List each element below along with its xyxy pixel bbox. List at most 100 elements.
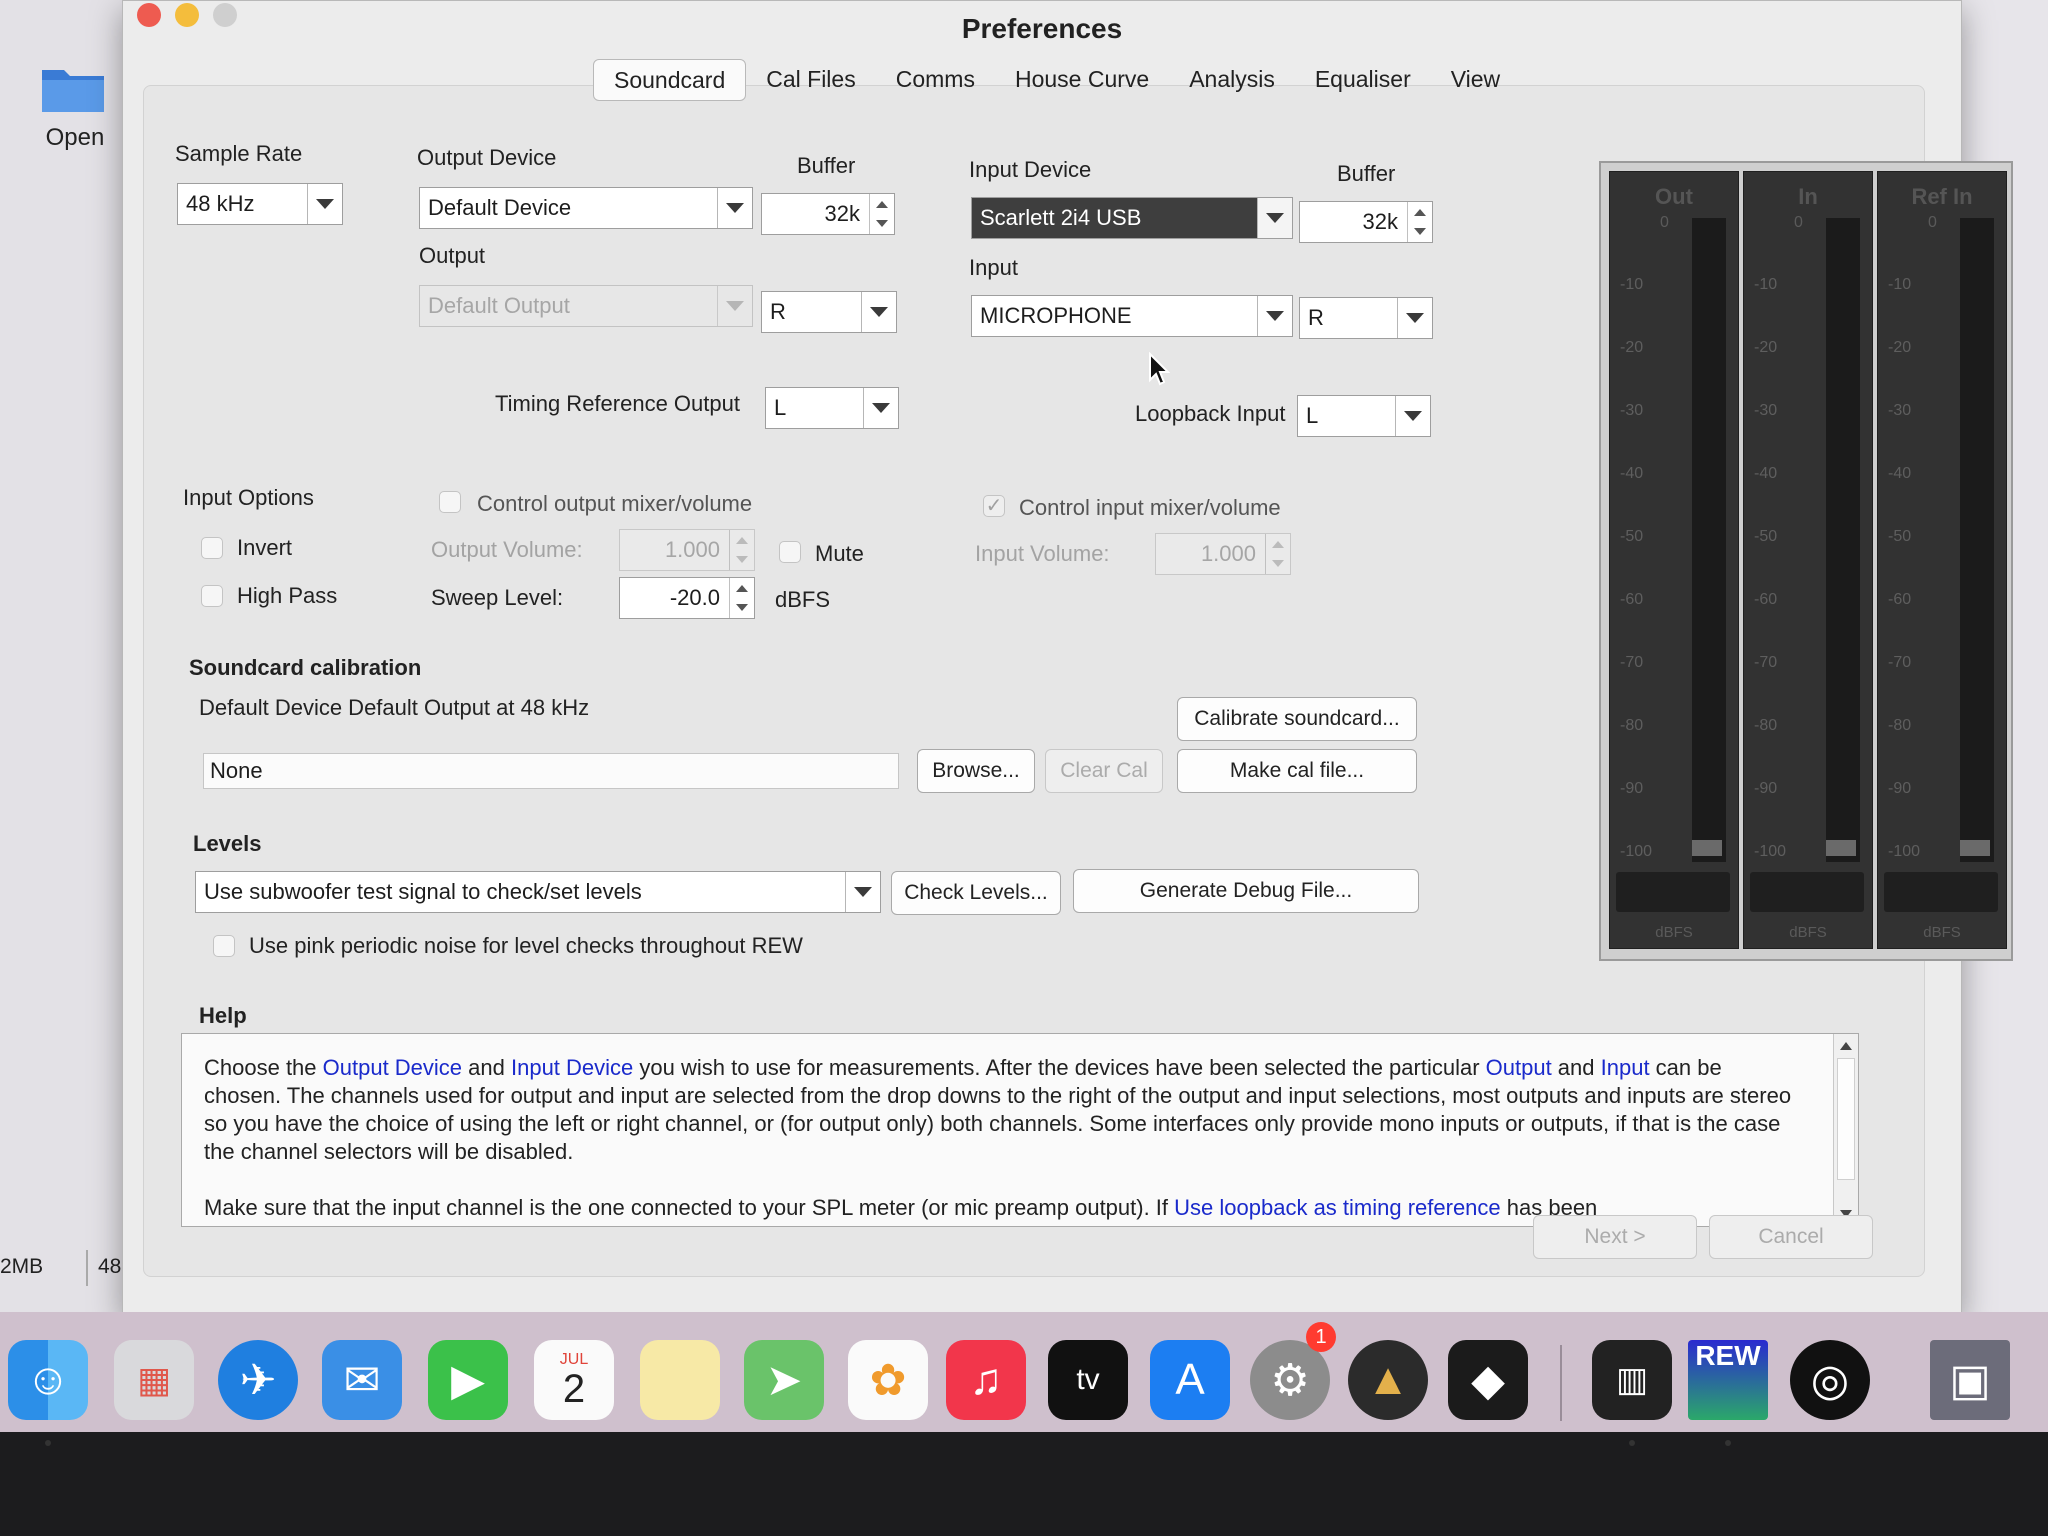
output-buffer-value: 32k: [824, 201, 860, 226]
input-device-select[interactable]: Scarlett 2i4 USB: [971, 197, 1293, 239]
rew-app-icon[interactable]: REW: [1688, 1340, 1768, 1420]
quicktime-icon[interactable]: ◎: [1790, 1340, 1870, 1420]
invert-checkbox[interactable]: [201, 537, 223, 559]
photos-icon[interactable]: ✿: [848, 1340, 928, 1420]
link-input[interactable]: Input: [1601, 1055, 1650, 1080]
generate-debug-file-button[interactable]: Generate Debug File...: [1073, 869, 1419, 913]
scrollbar-thumb[interactable]: [1837, 1058, 1855, 1180]
chevron-down-icon[interactable]: [307, 184, 342, 224]
system-preferences-icon[interactable]: ⚙: [1250, 1340, 1330, 1420]
tab-view[interactable]: View: [1431, 59, 1520, 101]
chevron-down-icon[interactable]: [845, 872, 880, 912]
level-meters-panel: Out 0 dBFS -10 -20 -30 -40 -50 -60 -70 -80 -90 -1…: [1599, 161, 2013, 961]
calendar-icon[interactable]: JUL 2: [534, 1340, 614, 1420]
app-store-icon[interactable]: A: [1150, 1340, 1230, 1420]
output-device-select[interactable]: Default Device: [419, 187, 753, 229]
calibrate-soundcard-button[interactable]: Calibrate soundcard...: [1177, 697, 1417, 741]
input-select[interactable]: MICROPHONE: [971, 295, 1293, 337]
spinner-arrows[interactable]: [1265, 534, 1290, 574]
output-volume-spinner[interactable]: 1.000: [619, 529, 755, 571]
meter-tick-label: -40: [1754, 465, 1778, 482]
meter-tick-label: -30: [1754, 402, 1778, 419]
apple-tv-icon[interactable]: tv: [1048, 1340, 1128, 1420]
ref-in-meter-peak: [1960, 840, 1990, 856]
input-buffer-label: Buffer: [1337, 161, 1396, 186]
cancel-button[interactable]: Cancel: [1709, 1215, 1873, 1259]
timing-reference-select[interactable]: L: [765, 387, 899, 429]
high-pass-checkbox[interactable]: [201, 585, 223, 607]
help-text-area[interactable]: Choose the Output Device and Input Devic…: [181, 1033, 1859, 1227]
notes-icon[interactable]: [640, 1340, 720, 1420]
meter-tick-label: -20: [1888, 339, 1912, 356]
input-buffer-spinner[interactable]: 32k: [1299, 201, 1433, 243]
tab-comms[interactable]: Comms: [876, 59, 995, 101]
folder-icon[interactable]: [40, 62, 106, 114]
pink-noise-checkbox[interactable]: [213, 935, 235, 957]
chevron-down-icon[interactable]: [717, 286, 752, 326]
safari-icon[interactable]: ✈: [218, 1340, 298, 1420]
output-channel-select[interactable]: R: [761, 291, 897, 333]
input-value: MICROPHONE: [980, 303, 1132, 328]
link-input-device[interactable]: Input Device: [511, 1055, 633, 1080]
tab-analysis[interactable]: Analysis: [1169, 59, 1295, 101]
input-device-value: Scarlett 2i4 USB: [980, 205, 1142, 230]
meter-unit-label: dBFS: [1923, 924, 1961, 941]
facetime-icon[interactable]: ▶: [428, 1340, 508, 1420]
input-label: Input: [969, 255, 1018, 280]
output-device-label: Output Device: [417, 145, 557, 170]
control-input-checkbox[interactable]: ✓: [983, 495, 1005, 517]
spinner-arrows[interactable]: [869, 194, 894, 234]
mute-checkbox[interactable]: [779, 541, 801, 563]
browse-button[interactable]: Browse...: [917, 749, 1035, 793]
piano-app-icon[interactable]: ▥: [1592, 1340, 1672, 1420]
preferences-dialog: Preferences Soundcard Cal Files Comms Ho…: [122, 0, 2013, 1314]
spinner-arrows[interactable]: [729, 530, 754, 570]
chevron-down-icon[interactable]: [1257, 296, 1292, 336]
chevron-down-icon[interactable]: [1395, 396, 1430, 436]
input-volume-spinner[interactable]: 1.000: [1155, 533, 1291, 575]
meter-tick-label: -90: [1620, 780, 1644, 797]
tab-equaliser[interactable]: Equaliser: [1295, 59, 1431, 101]
scroll-up-icon[interactable]: [1840, 1042, 1852, 1050]
clear-cal-button[interactable]: Clear Cal: [1045, 749, 1163, 793]
launchpad-icon[interactable]: ▦: [114, 1340, 194, 1420]
chevron-down-icon[interactable]: [1257, 198, 1292, 238]
control-output-checkbox[interactable]: [439, 491, 461, 513]
pink-noise-label: Use pink periodic noise for level checks…: [249, 933, 803, 958]
input-channel-select[interactable]: R: [1299, 297, 1433, 339]
cal-file-field[interactable]: None: [203, 753, 899, 789]
make-cal-file-button[interactable]: Make cal file...: [1177, 749, 1417, 793]
chevron-down-icon[interactable]: [861, 292, 896, 332]
music-icon[interactable]: ♫: [946, 1340, 1026, 1420]
check-levels-button[interactable]: Check Levels...: [891, 871, 1061, 915]
link-output-device[interactable]: Output Device: [323, 1055, 462, 1080]
mountain-app-icon[interactable]: ▲: [1348, 1340, 1428, 1420]
loopback-input-select[interactable]: L: [1297, 395, 1431, 437]
spinner-arrows[interactable]: [729, 578, 754, 618]
screen-bezel: [0, 1432, 2048, 1536]
chevron-down-icon[interactable]: [1397, 298, 1432, 338]
chevron-down-icon[interactable]: [863, 388, 898, 428]
levels-signal-select[interactable]: Use subwoofer test signal to check/set l…: [195, 871, 881, 913]
help-scrollbar[interactable]: [1833, 1034, 1858, 1226]
mail-icon[interactable]: ✉: [322, 1340, 402, 1420]
spinner-arrows[interactable]: [1407, 202, 1432, 242]
next-button[interactable]: Next >: [1533, 1215, 1697, 1259]
output-select[interactable]: Default Output: [419, 285, 753, 327]
sample-rate-select[interactable]: 48 kHz: [177, 183, 343, 225]
tidal-icon[interactable]: ◆: [1448, 1340, 1528, 1420]
tab-house-curve[interactable]: House Curve: [995, 59, 1169, 101]
tab-cal-files[interactable]: Cal Files: [746, 59, 875, 101]
link-use-loopback[interactable]: Use loopback as timing reference: [1174, 1195, 1501, 1220]
chevron-down-icon[interactable]: [717, 188, 752, 228]
finder-icon[interactable]: ☺: [8, 1340, 88, 1420]
sweep-level-label: Sweep Level:: [431, 585, 564, 610]
image-document-icon[interactable]: ▣: [1930, 1340, 2010, 1420]
meter-tick-label: -90: [1888, 780, 1912, 797]
in-meter-peak: [1826, 840, 1856, 856]
sweep-level-spinner[interactable]: -20.0: [619, 577, 755, 619]
maps-icon[interactable]: ➤: [744, 1340, 824, 1420]
link-output[interactable]: Output: [1486, 1055, 1552, 1080]
output-buffer-spinner[interactable]: 32k: [761, 193, 895, 235]
tab-soundcard[interactable]: Soundcard: [593, 59, 747, 101]
